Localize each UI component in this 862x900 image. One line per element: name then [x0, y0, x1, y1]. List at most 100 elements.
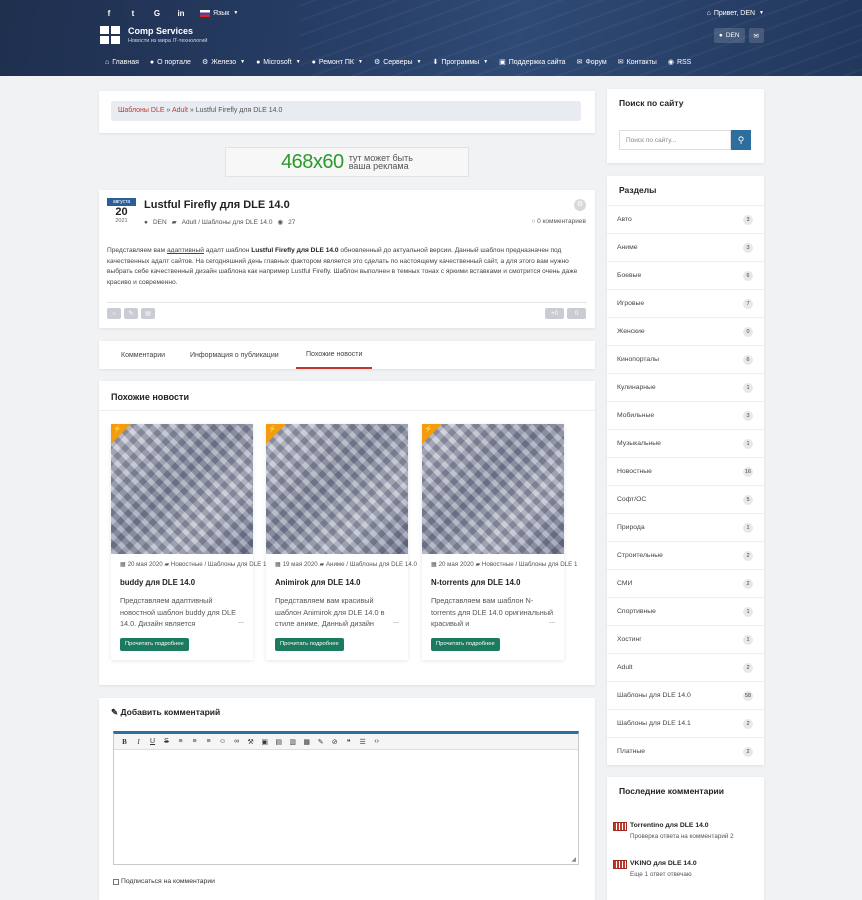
category-item[interactable]: Хостинг 1: [607, 625, 764, 653]
card-thumbnail[interactable]: ⚡: [266, 424, 408, 554]
article-category[interactable]: Adult / Шаблоны для DLE 14.0: [182, 219, 273, 226]
card-thumbnail[interactable]: ⚡: [111, 424, 253, 554]
card-category[interactable]: Аниме / Шаблоны для DLE 14.0: [326, 561, 417, 568]
checkbox[interactable]: [113, 878, 119, 885]
align-center-icon[interactable]: ≡: [191, 738, 198, 745]
category-item[interactable]: Женские 0: [607, 317, 764, 345]
align-left-icon[interactable]: ≡: [177, 738, 184, 745]
read-more-button[interactable]: Прочитать подробнее: [120, 638, 189, 651]
text-link[interactable]: адаптивный: [167, 247, 204, 254]
language-selector[interactable]: Язык ▼: [200, 9, 238, 17]
category-item[interactable]: Шаблоны для DLE 14.1 2: [607, 709, 764, 737]
resize-handle[interactable]: ◢: [571, 856, 576, 863]
emoji-icon[interactable]: ☺: [219, 738, 226, 745]
category-item[interactable]: Боевые 6: [607, 261, 764, 289]
search-button[interactable]: ⚲: [731, 130, 751, 150]
breadcrumb-link-adult[interactable]: Adult: [172, 107, 188, 114]
nav-item[interactable]: ⌂ Главная: [105, 58, 139, 66]
breadcrumb-link-templates[interactable]: Шаблоны DLE: [118, 107, 165, 114]
ad-banner[interactable]: 468x60 тут может быть ваша реклама: [225, 147, 469, 177]
user-greeting[interactable]: ⌂ Привет, DEN ▼: [707, 6, 764, 20]
comment-editor[interactable]: B I U S ≡ ≡ ≡ ☺ ∞ ⚒ ▣ ▤ ▥ ▦ ✎ ⊘ ❝ ☰ ‹› ◢: [113, 731, 579, 865]
edit-button[interactable]: ✎: [124, 308, 138, 319]
home-action-button[interactable]: ⌂: [107, 308, 121, 319]
last-comment-title[interactable]: Torrentino для DLE 14.0: [630, 822, 709, 829]
category-item[interactable]: Музыкальные 1: [607, 429, 764, 457]
tab-comments[interactable]: Комментарии: [121, 341, 165, 369]
italic-button[interactable]: I: [135, 738, 142, 746]
rating-minus-button[interactable]: 0: [567, 308, 586, 319]
nav-item[interactable]: ✉ Контакты: [618, 58, 657, 67]
nav-item[interactable]: ● Ремонт ПК ▼: [312, 58, 363, 66]
category-item[interactable]: Новостные 16: [607, 457, 764, 485]
tab-publication-info[interactable]: Информация о публикации: [190, 341, 279, 369]
align-right-icon[interactable]: ≡: [205, 738, 212, 745]
nav-item[interactable]: ⚙ Железо ▼: [202, 58, 245, 67]
search-input[interactable]: Поиск по сайту...: [619, 130, 731, 150]
tab-similar-news[interactable]: Похожие новости: [296, 341, 373, 369]
card-category[interactable]: Новостные / Шаблоны для DLE 14.0: [482, 561, 577, 568]
nav-item[interactable]: ⚙ Серверы ▼: [374, 58, 422, 67]
bold-button[interactable]: B: [121, 738, 128, 746]
category-item[interactable]: Платные 2: [607, 737, 764, 765]
video-icon[interactable]: ▥: [289, 738, 296, 746]
category-item[interactable]: Спортивные 1: [607, 597, 764, 625]
similar-news-card[interactable]: ⚡ ▦ 20 мая 2020 ▰ Новостные / Шаблоны для…: [422, 424, 577, 660]
messages-button[interactable]: ✉: [748, 28, 764, 43]
profile-button[interactable]: ● DEN: [713, 28, 745, 43]
google-icon[interactable]: G: [152, 9, 162, 18]
last-comment-item[interactable]: VKINO для DLE 14.0 Еще 1 ответ отвечаю: [613, 860, 763, 884]
last-comment-item[interactable]: Torrentino для DLE 14.0 Проверка ответа н…: [613, 822, 763, 846]
category-item[interactable]: Природа 1: [607, 513, 764, 541]
facebook-icon[interactable]: f: [104, 9, 114, 18]
similar-news-card[interactable]: ⚡ ▦ 20 мая 2020 ▰ Новостные / Шаблоны для…: [111, 424, 266, 660]
code-icon[interactable]: ‹›: [373, 738, 380, 745]
linkedin-icon[interactable]: in: [176, 9, 186, 18]
card-thumbnail[interactable]: ⚡: [422, 424, 564, 554]
nav-item[interactable]: ✉ Форум: [577, 58, 607, 67]
nav-item[interactable]: ▣ Поддержка сайта: [499, 58, 565, 67]
media-icon[interactable]: ▦: [303, 738, 310, 746]
card-category[interactable]: Новостные / Шаблоны для DLE 14.0: [171, 561, 266, 568]
card-title[interactable]: buddy для DLE 14.0: [120, 578, 195, 587]
last-comment-title[interactable]: VKINO для DLE 14.0: [630, 860, 697, 867]
category-item[interactable]: Аниме 3: [607, 233, 764, 261]
link-icon[interactable]: ∞: [233, 738, 240, 745]
category-item[interactable]: Мобильные 3: [607, 401, 764, 429]
underline-button[interactable]: U: [149, 738, 156, 745]
category-item[interactable]: Adult 2: [607, 653, 764, 681]
category-item[interactable]: Авто 3: [607, 205, 764, 233]
article-comments-count[interactable]: ○ 0 комментариев: [531, 218, 586, 225]
article-author[interactable]: DEN: [153, 219, 167, 226]
gear-icon[interactable]: ⚙: [574, 199, 586, 211]
category-item[interactable]: Кулинарные 1: [607, 373, 764, 401]
wrench-icon[interactable]: ⚒: [247, 738, 254, 746]
category-item[interactable]: Кинопорталы 6: [607, 345, 764, 373]
read-more-button[interactable]: Прочитать подробнее: [431, 638, 500, 651]
category-item[interactable]: СМИ 2: [607, 569, 764, 597]
print-button[interactable]: ▤: [141, 308, 155, 319]
hide-icon[interactable]: ⊘: [331, 738, 338, 746]
nav-item[interactable]: ◉ RSS: [668, 58, 692, 67]
category-item[interactable]: Шаблоны для DLE 14.0 58: [607, 681, 764, 709]
read-more-button[interactable]: Прочитать подробнее: [275, 638, 344, 651]
twitter-icon[interactable]: t: [128, 9, 138, 18]
category-item[interactable]: Игровые 7: [607, 289, 764, 317]
category-item[interactable]: Строительные 2: [607, 541, 764, 569]
upload-icon[interactable]: ▤: [275, 738, 282, 746]
image-icon[interactable]: ▣: [261, 738, 268, 746]
site-logo[interactable]: Comp Services Новости из мира IT-техноло…: [100, 26, 207, 44]
nav-item[interactable]: ⬇ Программы ▼: [432, 58, 488, 67]
card-title[interactable]: N-torrents для DLE 14.0: [431, 578, 520, 587]
similar-news-card[interactable]: ⚡ ▦ 19 мая 2020 ▰ Аниме / Шаблоны для DLE…: [266, 424, 417, 660]
rating-plus-button[interactable]: +0: [545, 308, 564, 319]
category-item[interactable]: Софт/ОС 5: [607, 485, 764, 513]
pen-icon[interactable]: ✎: [317, 738, 324, 746]
strikethrough-button[interactable]: S: [163, 738, 170, 745]
subscribe-checkbox[interactable]: Подписаться на комментарии: [113, 878, 215, 885]
nav-item[interactable]: ● О портале: [150, 58, 191, 66]
card-title[interactable]: Animirok для DLE 14.0: [275, 578, 361, 587]
nav-item[interactable]: ● Microsoft ▼: [256, 58, 301, 66]
quote-icon[interactable]: ❝: [345, 738, 352, 746]
list-icon[interactable]: ☰: [359, 738, 366, 746]
